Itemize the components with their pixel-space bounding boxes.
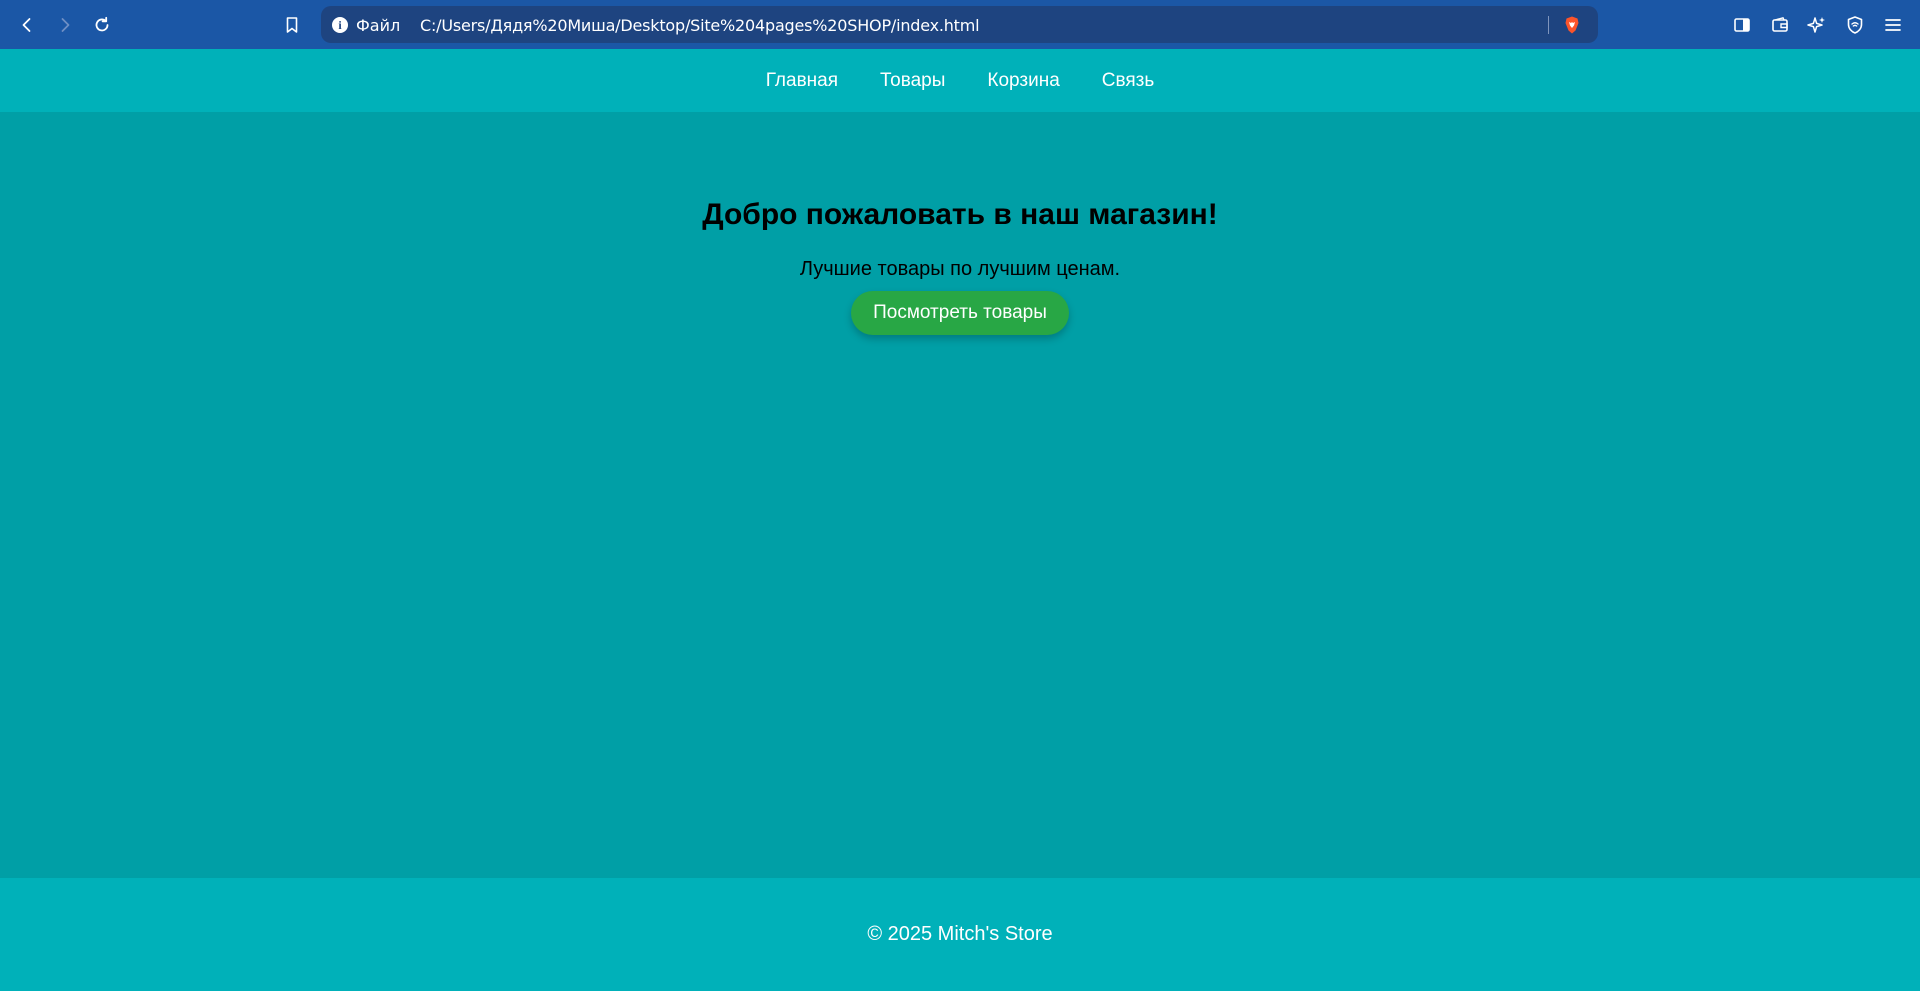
footer-copyright: © 2025 Mitch's Store (867, 923, 1053, 945)
leo-ai-icon (1807, 17, 1825, 33)
site-info-icon[interactable]: i (332, 17, 348, 33)
sidebar-button[interactable] (1729, 12, 1755, 38)
bookmark-icon (286, 17, 298, 33)
nav-link-contact[interactable]: Связь (1102, 70, 1155, 92)
brave-shields-icon[interactable] (1562, 15, 1582, 35)
hero-subtitle: Лучшие товары по лучшим ценам. (799, 258, 1121, 280)
url-text[interactable]: C:/Users/Дядя%20Миша/Desktop/Site%204pag… (420, 16, 980, 35)
nav-link-home[interactable]: Главная (766, 70, 838, 92)
site-footer: © 2025 Mitch's Store (0, 878, 1920, 991)
sidebar-icon (1734, 18, 1750, 32)
address-bar[interactable]: i Файл C:/Users/Дядя%20Миша/Desktop/Site… (321, 6, 1598, 43)
wallet-button[interactable] (1767, 12, 1793, 38)
vpn-button[interactable] (1842, 12, 1868, 38)
forward-icon (61, 18, 70, 32)
bookmark-button[interactable] (279, 12, 305, 38)
url-divider (1548, 16, 1549, 34)
nav-link-cart[interactable]: Корзина (987, 70, 1059, 92)
reload-button[interactable] (89, 12, 115, 38)
menu-icon (1885, 19, 1901, 31)
back-button[interactable] (14, 12, 40, 38)
reload-icon (95, 16, 109, 32)
url-scheme-label: Файл (356, 16, 401, 35)
vpn-icon (1847, 16, 1863, 34)
view-products-button[interactable]: Посмотреть товары (851, 291, 1069, 335)
menu-button[interactable] (1880, 12, 1906, 38)
nav-link-products[interactable]: Товары (880, 70, 945, 92)
hero-title: Добро пожаловать в наш магазин! (702, 198, 1218, 231)
wallet-icon (1772, 16, 1788, 32)
browser-toolbar: i Файл C:/Users/Дядя%20Миша/Desktop/Site… (0, 0, 1920, 49)
back-icon (22, 18, 31, 32)
forward-button[interactable] (52, 12, 78, 38)
site-nav: Главная Товары Корзина Связь (0, 49, 1920, 112)
leo-ai-button[interactable] (1804, 12, 1830, 38)
